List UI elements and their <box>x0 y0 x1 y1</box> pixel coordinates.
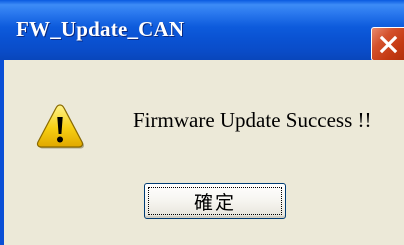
message-text: Firmware Update Success !! <box>133 108 372 132</box>
warning-icon <box>36 104 84 149</box>
ok-button[interactable]: 確定 <box>144 183 286 219</box>
dialog-body: Firmware Update Success !! 確定 <box>4 60 404 245</box>
close-icon <box>379 35 398 54</box>
message-box-window: FW_Update_CAN Firmware Update Success !! <box>0 0 404 245</box>
window-title: FW_Update_CAN <box>16 17 185 41</box>
close-button[interactable] <box>371 27 404 61</box>
title-bar[interactable]: FW_Update_CAN <box>0 0 404 61</box>
ok-button-label: 確定 <box>193 192 236 214</box>
